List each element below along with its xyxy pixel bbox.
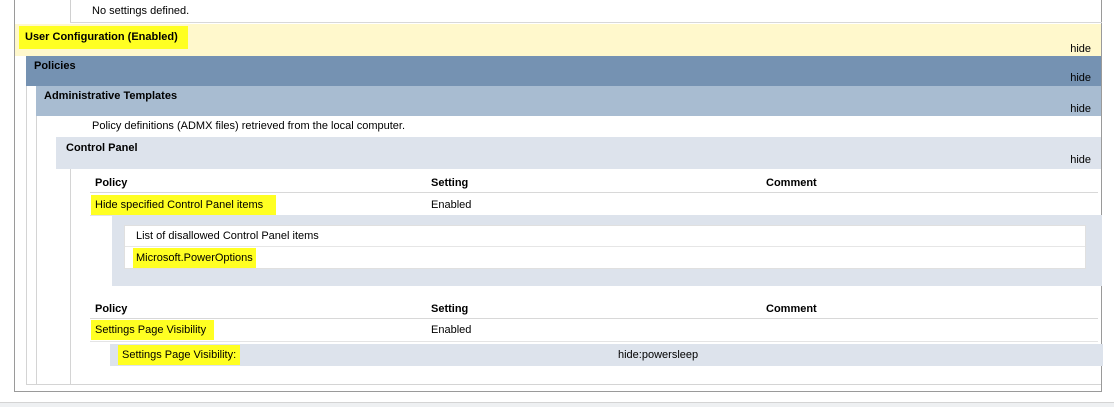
policy-name-settings-visibility[interactable]: Settings Page Visibility xyxy=(91,320,215,340)
control-panel-left-rail xyxy=(70,169,71,384)
policies-header[interactable]: Policies hide xyxy=(26,56,1101,86)
user-config-title: User Configuration (Enabled) xyxy=(19,26,188,49)
admin-templates-title: Administrative Templates xyxy=(44,90,178,102)
settings-visibility-detail-row: Settings Page Visibility: hide:powerslee… xyxy=(110,344,1103,366)
user-config-hide-link[interactable]: hide xyxy=(1070,43,1091,55)
table1-header-setting: Setting xyxy=(431,177,469,189)
bottom-frame-border xyxy=(14,391,1102,392)
disallowed-list-divider xyxy=(125,246,1085,247)
table2-header-policy: Policy xyxy=(95,303,128,315)
disallowed-list-header: List of disallowed Control Panel items xyxy=(136,230,319,242)
admin-templates-description: Policy definitions (ADMX files) retrieve… xyxy=(92,120,406,132)
settings-visibility-detail-label[interactable]: Settings Page Visibility: xyxy=(118,345,241,365)
table1-header-comment: Comment xyxy=(766,177,817,189)
policy-setting-hide-items: Enabled xyxy=(431,199,472,211)
table2-header-comment: Comment xyxy=(766,303,817,315)
no-settings-text: No settings defined. xyxy=(92,5,190,17)
list-item[interactable]: Microsoft.PowerOptions xyxy=(133,248,256,268)
table-row: Settings Page Visibility Enabled xyxy=(90,319,1098,341)
left-frame-border xyxy=(14,0,15,392)
policies-hide-link[interactable]: hide xyxy=(1070,72,1091,84)
admin-templates-hide-link[interactable]: hide xyxy=(1070,103,1091,115)
top-section-border xyxy=(70,0,71,22)
admin-left-rail xyxy=(36,116,37,384)
row2-bottom-line xyxy=(90,341,1098,342)
policy-setting-settings-visibility: Enabled xyxy=(431,324,472,336)
top-section-bottom-line xyxy=(70,22,1102,23)
control-panel-title: Control Panel xyxy=(66,142,138,154)
disallowed-items-box: List of disallowed Control Panel items M… xyxy=(112,215,1102,286)
control-panel-hide-link[interactable]: hide xyxy=(1070,154,1091,166)
policies-left-rail xyxy=(26,86,27,384)
table1-header-policy: Policy xyxy=(95,177,128,189)
policy-name-hide-items[interactable]: Hide specified Control Panel items xyxy=(91,195,277,215)
policies-title: Policies xyxy=(34,60,76,72)
table-row: Hide specified Control Panel items Enabl… xyxy=(90,193,1098,215)
admin-templates-header[interactable]: Administrative Templates hide xyxy=(36,86,1101,116)
right-frame-border xyxy=(1101,0,1102,392)
control-panel-header[interactable]: Control Panel hide xyxy=(56,137,1101,169)
table2-header-setting: Setting xyxy=(431,303,469,315)
window-bottom-edge xyxy=(0,402,1114,407)
settings-visibility-detail-value: hide:powersleep xyxy=(618,349,699,361)
section-bottom-line xyxy=(26,384,1101,385)
user-config-header[interactable]: User Configuration (Enabled) hide xyxy=(15,24,1101,56)
disallowed-items-inner: List of disallowed Control Panel items M… xyxy=(124,225,1086,269)
